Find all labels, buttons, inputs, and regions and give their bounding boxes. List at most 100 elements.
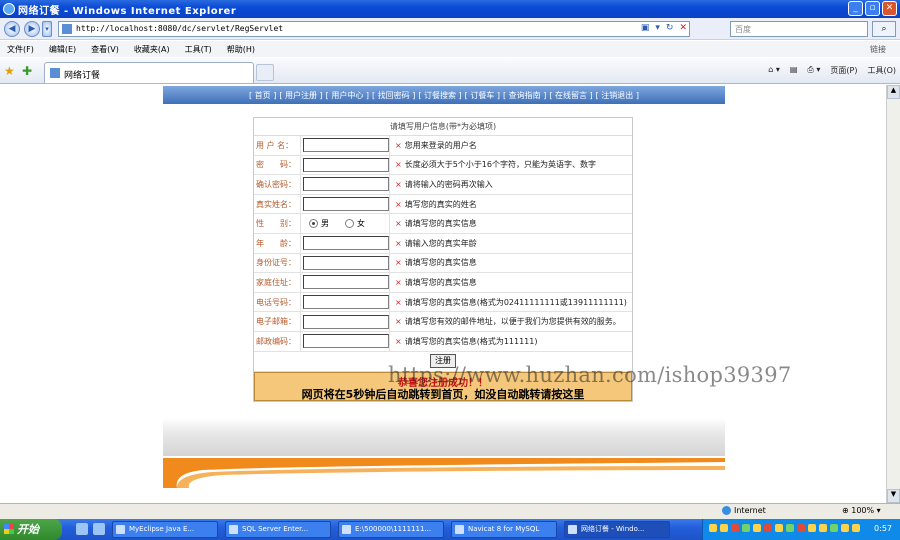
menu-view[interactable]: 查看(V) <box>91 44 119 55</box>
tray-icon[interactable] <box>731 524 739 532</box>
add-favorites-icon[interactable]: ✚ <box>22 64 32 78</box>
quicklaunch-desktop-icon[interactable] <box>93 523 105 535</box>
home-icon[interactable]: ⌂ ▾ <box>768 65 780 76</box>
nav-home[interactable]: [ 首页 ] <box>249 90 276 101</box>
nav-logout[interactable]: [ 注销退出 ] <box>596 90 639 101</box>
scroll-up-icon[interactable]: ▲ <box>887 85 900 99</box>
tray-icon[interactable] <box>841 524 849 532</box>
forward-button[interactable]: ▶ <box>24 21 40 37</box>
email-input[interactable] <box>303 314 389 329</box>
menu-file[interactable]: 文件(F) <box>7 44 34 55</box>
menu-favorites[interactable]: 收藏夹(A) <box>134 44 170 55</box>
age-input[interactable] <box>303 236 389 251</box>
id-number-label: 身份证号： <box>256 258 296 268</box>
scroll-down-icon[interactable]: ▼ <box>887 489 900 503</box>
new-tab-button[interactable] <box>256 64 274 81</box>
nav-search[interactable]: [ 订餐搜索 ] <box>418 90 461 101</box>
id-number-hint: 请填写您的真实信息 <box>404 258 477 268</box>
favorites-star-icon[interactable]: ★ <box>4 64 15 78</box>
confirm-password-input[interactable] <box>303 177 389 192</box>
nav-cart[interactable]: [ 订餐车 ] <box>465 90 500 101</box>
close-button[interactable]: ✕ <box>882 1 897 16</box>
tray-icon[interactable] <box>808 524 816 532</box>
gender-male-radio[interactable] <box>309 219 318 229</box>
real-name-input[interactable] <box>303 197 389 212</box>
tray-icon[interactable] <box>764 524 772 532</box>
search-icon[interactable]: ⌕ <box>872 21 896 37</box>
back-button[interactable]: ◀ <box>4 21 20 37</box>
feeds-icon[interactable]: ▤ <box>790 65 798 76</box>
zoom-icon: ⊕ <box>842 506 852 515</box>
username-hint: 您用来登录的用户名 <box>404 140 477 150</box>
phone-input[interactable] <box>303 295 389 310</box>
tray-icon[interactable] <box>852 524 860 532</box>
footer-band <box>163 418 725 456</box>
tray-icon[interactable] <box>742 524 750 532</box>
tray-icon[interactable] <box>720 524 728 532</box>
links-label[interactable]: 链接 <box>870 44 886 55</box>
tray-icon[interactable] <box>709 524 717 532</box>
nav-message[interactable]: [ 在线留言 ] <box>549 90 592 101</box>
tray-icon[interactable] <box>775 524 783 532</box>
maximize-button[interactable]: ▫ <box>865 1 880 16</box>
search-placeholder: 百度 <box>735 25 751 34</box>
tray-icon[interactable] <box>786 524 794 532</box>
form-row-email: 电子邮箱： × 请填写您有效的邮件地址，以便于我们为您提供有效的服务。 <box>254 312 632 332</box>
menu-tools[interactable]: 工具(T) <box>185 44 212 55</box>
vertical-scrollbar[interactable]: ▲ ▼ <box>886 85 900 503</box>
zoom-level[interactable]: ⊕ 100% ▾ <box>842 506 881 515</box>
site-nav: [ 首页 ] [ 用户注册 ] [ 用户中心 ] [ 找回密码 ] [ 订餐搜索… <box>163 86 725 104</box>
username-input[interactable] <box>303 138 389 153</box>
tray-icon[interactable] <box>819 524 827 532</box>
required-icon: × <box>395 160 402 170</box>
phone-hint: 请填写您的真实信息(格式为02411111111或13911111111) <box>404 297 627 307</box>
postcode-label: 邮政编码： <box>256 336 296 346</box>
password-input[interactable] <box>303 157 389 172</box>
nav-find-password[interactable]: [ 找回密码 ] <box>372 90 415 101</box>
window-controls: _ ▫ ✕ <box>848 1 897 16</box>
tab-label: 网络订餐 <box>64 71 101 81</box>
tab-current[interactable]: 网络订餐 <box>44 62 254 83</box>
email-hint: 请填写您有效的邮件地址，以便于我们为您提供有效的服务。 <box>404 317 621 327</box>
nav-register[interactable]: [ 用户注册 ] <box>279 90 322 101</box>
nav-user-center[interactable]: [ 用户中心 ] <box>326 90 369 101</box>
age-label: 年 龄： <box>256 238 296 248</box>
page-menu[interactable]: 页面(P) <box>830 65 857 76</box>
tray-icon[interactable] <box>797 524 805 532</box>
clock: 0:57 <box>874 524 892 533</box>
tools-menu[interactable]: 工具(O) <box>867 65 896 76</box>
refresh-icon[interactable]: ↻ <box>666 23 674 33</box>
required-icon: × <box>395 238 402 248</box>
nav-guide[interactable]: [ 查询指南 ] <box>503 90 546 101</box>
taskbar-item-ie[interactable]: 网络订餐 - Windo... <box>564 521 670 538</box>
taskbar-item-sqlserver[interactable]: SQL Server Enter... <box>225 521 331 538</box>
taskbar-item-myeclipse[interactable]: MyEclipse Java E... <box>112 521 218 538</box>
start-button[interactable]: 开始 <box>0 519 62 540</box>
compatibility-icon[interactable]: ▣ <box>641 23 650 33</box>
search-input[interactable]: 百度 <box>730 21 868 37</box>
recent-pages-dropdown-icon[interactable]: ▾ <box>42 21 52 37</box>
quicklaunch-ie-icon[interactable] <box>76 523 88 535</box>
address-input[interactable] <box>303 275 389 290</box>
required-icon: × <box>395 277 402 287</box>
email-label: 电子邮箱： <box>256 317 296 327</box>
phone-label: 电话号码： <box>256 297 296 307</box>
print-icon[interactable]: ⎙ ▾ <box>807 65 820 76</box>
taskbar-item-explorer[interactable]: E:\500000\1111111... <box>338 521 444 538</box>
status-bar: Internet ⊕ 100% ▾ <box>0 503 900 519</box>
tray-icon[interactable] <box>830 524 838 532</box>
postcode-input[interactable] <box>303 334 389 349</box>
address-bar[interactable]: http://localhost:8080/dc/servlet/RegServ… <box>58 21 690 37</box>
menu-help[interactable]: 帮助(H) <box>227 44 255 55</box>
password-label: 密 码： <box>256 160 296 170</box>
stop-icon[interactable]: ✕ <box>679 23 687 33</box>
taskbar: 开始 MyEclipse Java E... SQL Server Enter.… <box>0 519 900 540</box>
tray-icon[interactable] <box>753 524 761 532</box>
taskbar-item-navicat[interactable]: Navicat 8 for MySQL <box>451 521 557 538</box>
id-number-input[interactable] <box>303 255 389 270</box>
gender-female-radio[interactable] <box>345 219 354 229</box>
minimize-button[interactable]: _ <box>848 1 863 16</box>
address-dropdown-icon[interactable]: ▾ <box>655 23 660 33</box>
redirect-link[interactable]: 网页将在5秒钟后自动跳转到首页，如没自动跳转请按这里 <box>255 386 631 402</box>
menu-edit[interactable]: 编辑(E) <box>49 44 76 55</box>
